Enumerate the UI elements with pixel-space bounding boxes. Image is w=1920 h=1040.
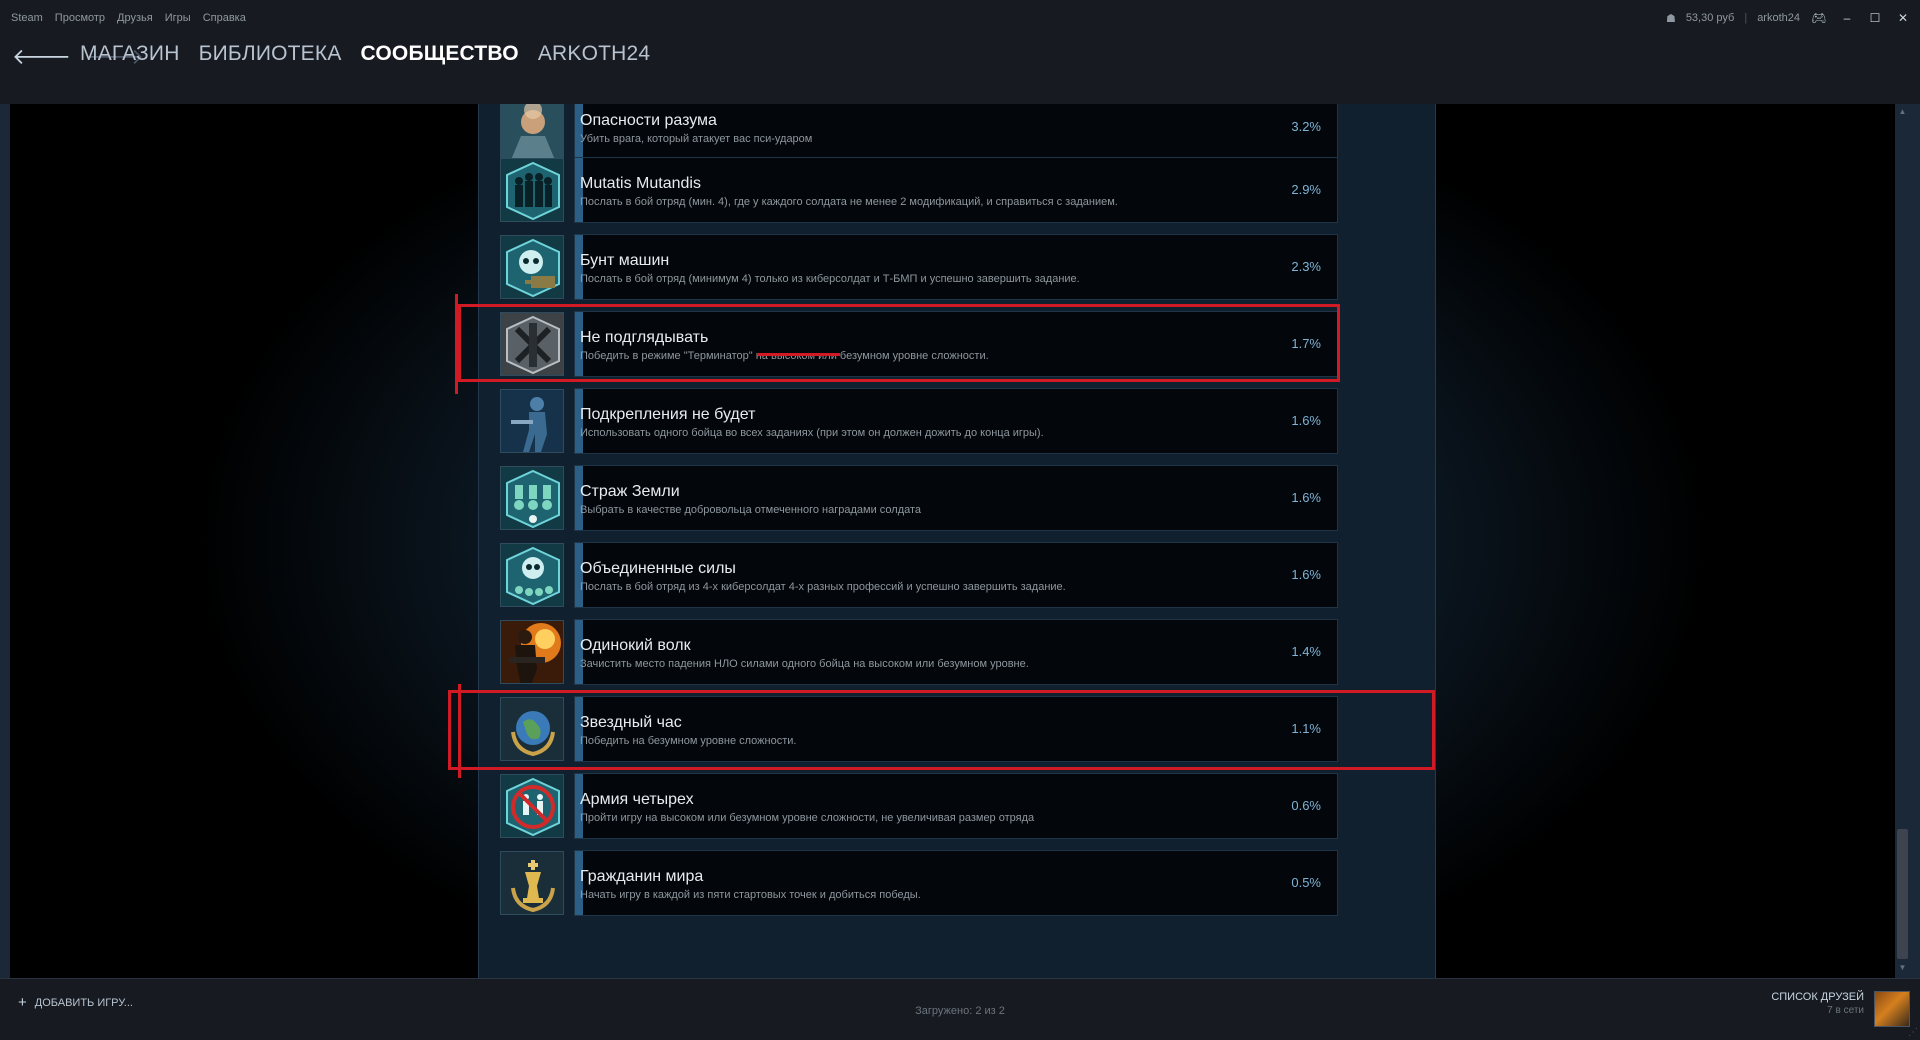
big-picture-icon[interactable]: 🎮︎ [1810, 10, 1828, 26]
minimize-icon[interactable]: – [1838, 10, 1856, 26]
achievement-panel: Армия четырех Пройти игру на высоком или… [574, 773, 1338, 839]
achievement-percent: 0.5% [1291, 875, 1321, 890]
scroll-thumb[interactable] [1897, 829, 1908, 959]
menu-help[interactable]: Справка [203, 12, 246, 24]
achievement-row: Страж Земли Выбрать в качестве доброволь… [500, 465, 1338, 531]
fire-soldier-icon [500, 620, 564, 684]
menu-friends[interactable]: Друзья [117, 12, 153, 24]
nav-bar: 🡐 🡒 МАГАЗИН БИБЛИОТЕКА СООБЩЕСТВО ARKOTH… [0, 36, 1920, 104]
achievement-desc: Использовать одного бойца во всех задани… [580, 427, 1044, 439]
tab-community[interactable]: СООБЩЕСТВО [361, 42, 519, 66]
achievement-name: Гражданин мира [580, 868, 704, 885]
achievement-panel: Гражданин мира Начать игру в каждой из п… [574, 850, 1338, 916]
web-content: Опасности разума Убить врага, который ат… [10, 104, 1895, 978]
lone-soldier-icon [500, 389, 564, 453]
achievement-percent: 1.6% [1291, 413, 1321, 428]
tab-library[interactable]: БИБЛИОТЕКА [199, 42, 342, 66]
achievement-percent: 1.4% [1291, 644, 1321, 659]
achievement-panel: Mutatis Mutandis Послать в бой отряд (ми… [574, 157, 1338, 223]
no-squad-icon [500, 774, 564, 838]
achievement-desc: Зачистить место падения НЛО силами одног… [580, 658, 1029, 670]
achievement-panel: Страж Земли Выбрать в качестве доброволь… [574, 465, 1338, 531]
achievement-percent: 2.9% [1291, 182, 1321, 197]
achievement-row: Объединенные силы Послать в бой отряд из… [500, 542, 1338, 608]
scroll-up-icon[interactable]: ▲ [1897, 107, 1908, 119]
achievement-percent: 3.2% [1291, 119, 1321, 134]
psi-soldier-icon [500, 104, 564, 159]
friends-list-button[interactable]: СПИСОК ДРУЗЕЙ 7 в сети [1771, 991, 1864, 1016]
notifications-icon[interactable]: ☗ [1666, 12, 1676, 25]
achievement-percent: 1.6% [1291, 490, 1321, 505]
back-arrow-icon[interactable]: 🡐 [12, 44, 71, 70]
tab-profile[interactable]: ARKOTH24 [538, 42, 650, 66]
achievement-panel: Объединенные силы Послать в бой отряд из… [574, 542, 1338, 608]
achievement-name: Объединенные силы [580, 560, 736, 577]
achievement-name: Армия четырех [580, 791, 694, 808]
divider: | [1744, 12, 1748, 24]
achievement-percent: 0.6% [1291, 798, 1321, 813]
achievement-row: Армия четырех Пройти игру на высоком или… [500, 773, 1338, 839]
red-mark-line [455, 294, 458, 394]
red-underline [758, 353, 840, 356]
chess-king-icon [500, 851, 564, 915]
close-icon[interactable]: ✕ [1894, 10, 1912, 26]
achievement-panel: Одинокий волк Зачистить место падения НЛ… [574, 619, 1338, 685]
squad-icon [500, 158, 564, 222]
achievement-name: Одинокий волк [580, 637, 691, 654]
achievement-desc: Выбрать в качестве добровольца отмеченно… [580, 504, 922, 516]
system-tray: ☗ 53,30 руб | arkoth24 🎮︎ – ☐ ✕ [1666, 10, 1912, 26]
maximize-icon[interactable]: ☐ [1866, 10, 1884, 26]
achievement-desc: Послать в бой отряд из 4-х киберсолдат 4… [580, 581, 1066, 593]
achievement-desc: Послать в бой отряд (минимум 4) только и… [580, 273, 1080, 285]
friends-list-label: СПИСОК ДРУЗЕЙ [1771, 991, 1864, 1003]
achievement-desc: Начать игру в каждой из пяти стартовых т… [580, 889, 921, 901]
menu-steam[interactable]: Steam [11, 12, 43, 24]
achievement-name: Бунт машин [580, 252, 670, 269]
achievement-panel: Бунт машин Послать в бой отряд (минимум … [574, 234, 1338, 300]
achievement-panel: Опасности разума Убить врага, который ат… [574, 104, 1338, 160]
menu-games[interactable]: Игры [165, 12, 191, 24]
achievement-row: Подкрепления не будет Использовать одног… [500, 388, 1338, 454]
resize-grip-icon[interactable]: ⋰ [1908, 1027, 1918, 1038]
footer-bar: + ДОБАВИТЬ ИГРУ... Загружено: 2 из 2 СПИ… [0, 978, 1920, 1040]
skull-mec-icon [500, 543, 564, 607]
achievement-row: Одинокий волк Зачистить место падения НЛ… [500, 619, 1338, 685]
wallet-balance[interactable]: 53,30 руб [1686, 12, 1735, 24]
achievement-row: Опасности разума Убить врага, который ат… [500, 104, 1338, 160]
scroll-down-icon[interactable]: ▼ [1897, 963, 1908, 975]
medals-icon [500, 466, 564, 530]
achievement-panel: Подкрепления не будет Использовать одног… [574, 388, 1338, 454]
avatar[interactable] [1874, 991, 1910, 1027]
achievement-percent: 1.6% [1291, 567, 1321, 582]
menu-view[interactable]: Просмотр [55, 12, 105, 24]
achievement-row: Бунт машин Послать в бой отряд (минимум … [500, 234, 1338, 300]
red-highlight-box [448, 690, 1435, 770]
achievement-percent: 2.3% [1291, 259, 1321, 274]
achievement-row: Гражданин мира Начать игру в каждой из п… [500, 850, 1338, 916]
achievement-name: Mutatis Mutandis [580, 175, 701, 192]
main-menu: Steam Просмотр Друзья Игры Справка [11, 12, 246, 24]
skull-tank-icon [500, 235, 564, 299]
achievement-row: Mutatis Mutandis Послать в бой отряд (ми… [500, 157, 1338, 223]
scrollbar[interactable]: ▲ ▼ [1895, 104, 1910, 978]
red-highlight-box [458, 304, 1340, 382]
achievement-desc: Пройти игру на высоком или безумном уров… [580, 812, 1035, 824]
account-name[interactable]: arkoth24 [1757, 12, 1800, 24]
red-mark-line [458, 684, 461, 778]
achievement-desc: Послать в бой отряд (мин. 4), где у кажд… [580, 196, 1118, 208]
friends-online-count: 7 в сети [1827, 1005, 1864, 1016]
achievement-name: Подкрепления не будет [580, 406, 756, 423]
achievement-name: Страж Земли [580, 483, 680, 500]
nav-tabs: МАГАЗИН БИБЛИОТЕКА СООБЩЕСТВО ARKOTH24 [80, 42, 650, 66]
menu-bar: Steam Просмотр Друзья Игры Справка ☗ 53,… [0, 0, 1920, 36]
achievement-name: Опасности разума [580, 112, 717, 129]
tab-store[interactable]: МАГАЗИН [80, 42, 180, 66]
steam-client-window: Steam Просмотр Друзья Игры Справка ☗ 53,… [0, 0, 1920, 1040]
download-status[interactable]: Загружено: 2 из 2 [0, 1005, 1920, 1017]
achievement-desc: Убить врага, который атакует вас пси-уда… [580, 133, 813, 145]
